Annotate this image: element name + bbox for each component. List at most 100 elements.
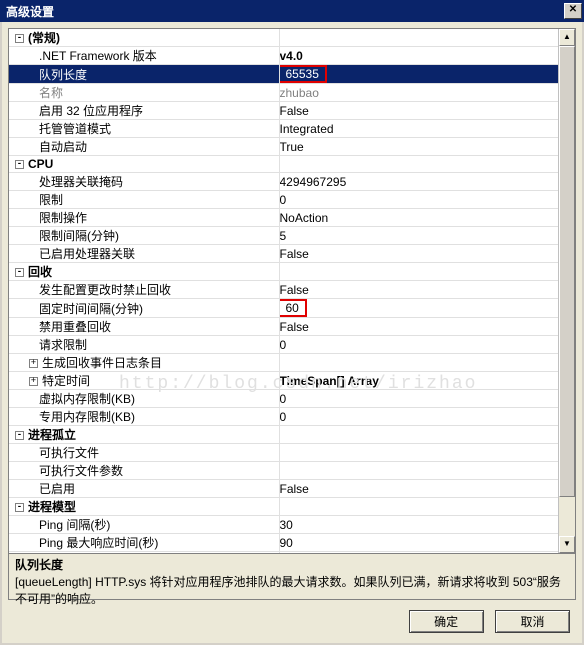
group-label: 回收 xyxy=(28,265,52,279)
group-label: 进程孤立 xyxy=(28,428,76,442)
property-label: 可执行文件参数 xyxy=(9,462,123,479)
window-title: 高级设置 xyxy=(6,3,54,20)
property-row[interactable]: 请求限制 0 xyxy=(9,336,558,354)
button-row: 确定 取消 xyxy=(401,610,570,633)
property-value[interactable]: 0 xyxy=(280,392,287,406)
property-row[interactable]: 标识ApplicationPoolIdentity xyxy=(9,552,558,554)
collapse-icon[interactable]: - xyxy=(15,268,24,277)
property-row[interactable]: 专用内存限制(KB) 0 xyxy=(9,408,558,426)
property-value[interactable]: v4.0 xyxy=(280,49,303,63)
property-label: 可执行文件 xyxy=(9,444,99,461)
property-value[interactable]: True xyxy=(280,140,304,154)
property-row[interactable]: 启用 32 位应用程序 False xyxy=(9,102,558,120)
property-value[interactable]: 60 xyxy=(279,299,307,317)
property-row[interactable]: 名称zhubao xyxy=(9,84,558,102)
property-value[interactable]: False xyxy=(280,320,309,334)
property-row[interactable]: 已启用 False xyxy=(9,480,558,498)
property-value[interactable]: False xyxy=(280,482,309,496)
property-value[interactable]: NoAction xyxy=(280,211,329,225)
property-label: .NET Framework 版本 xyxy=(9,47,157,64)
property-row[interactable]: 可执行文件参数 xyxy=(9,462,558,480)
group-header[interactable]: -进程模型 xyxy=(9,498,558,516)
property-value[interactable]: 90 xyxy=(280,536,293,550)
description-title: 队列长度 xyxy=(15,556,569,573)
property-value[interactable]: 65535 xyxy=(279,65,327,83)
property-label: 生成回收事件日志条目 xyxy=(42,356,162,370)
scroll-down-icon[interactable]: ▼ xyxy=(559,536,575,553)
property-value[interactable]: Integrated xyxy=(280,122,334,136)
property-row[interactable]: 处理器关联掩码 4294967295 xyxy=(9,173,558,191)
property-row[interactable]: 可执行文件 xyxy=(9,444,558,462)
vertical-scrollbar[interactable]: ▲ ▼ xyxy=(558,29,575,553)
expand-icon[interactable]: + xyxy=(29,359,38,368)
group-label: CPU xyxy=(28,157,53,171)
property-value[interactable]: 4294967295 xyxy=(280,175,347,189)
property-row[interactable]: 自动启动 True xyxy=(9,138,558,156)
group-header[interactable]: -回收 xyxy=(9,263,558,281)
property-row[interactable]: 已启用处理器关联 False xyxy=(9,245,558,263)
property-label: Ping 最大响应时间(秒) xyxy=(9,534,158,551)
property-value[interactable]: False xyxy=(280,283,309,297)
property-value[interactable]: zhubao xyxy=(280,86,319,100)
property-value[interactable]: 0 xyxy=(280,410,287,424)
property-label: 标识 xyxy=(9,552,63,553)
property-value[interactable]: False xyxy=(280,247,309,261)
collapse-icon[interactable]: - xyxy=(15,503,24,512)
property-label: 托管管道模式 xyxy=(9,120,111,137)
group-header[interactable]: -进程孤立 xyxy=(9,426,558,444)
property-label: 限制 xyxy=(9,191,63,208)
property-row[interactable]: 限制 0 xyxy=(9,191,558,209)
property-row[interactable]: 限制操作 NoAction xyxy=(9,209,558,227)
description-panel: 队列长度 [queueLength] HTTP.sys 将针对应用程序池排队的最… xyxy=(8,554,576,600)
property-label: 特定时间 xyxy=(42,374,90,388)
property-label: 专用内存限制(KB) xyxy=(9,408,135,425)
property-value[interactable]: 0 xyxy=(280,193,287,207)
property-label: 请求限制 xyxy=(9,336,87,353)
property-row[interactable]: 虚拟内存限制(KB) 0 xyxy=(9,390,558,408)
property-label: 固定时间间隔(分钟) xyxy=(9,300,143,317)
property-row[interactable]: Ping 最大响应时间(秒) 90 xyxy=(9,534,558,552)
property-row[interactable]: Ping 间隔(秒) 30 xyxy=(9,516,558,534)
property-row[interactable]: .NET Framework 版本 v4.0 xyxy=(9,47,558,65)
property-label: 限制操作 xyxy=(9,209,87,226)
property-row[interactable]: 托管管道模式 Integrated xyxy=(9,120,558,138)
property-label: 禁用重叠回收 xyxy=(9,318,111,335)
property-row[interactable]: 队列长度65535 xyxy=(9,65,558,84)
group-label: 进程模型 xyxy=(28,500,76,514)
dialog-body: -(常规).NET Framework 版本v4.0队列长度65535名称zhu… xyxy=(0,22,584,645)
property-value[interactable]: 5 xyxy=(280,229,287,243)
close-icon[interactable]: ✕ xyxy=(564,3,582,19)
property-value[interactable]: False xyxy=(280,104,309,118)
group-label: (常规) xyxy=(28,31,60,45)
collapse-icon[interactable]: - xyxy=(15,431,24,440)
property-row[interactable]: 限制间隔(分钟) 5 xyxy=(9,227,558,245)
expand-icon[interactable]: + xyxy=(29,377,38,386)
property-label: 限制间隔(分钟) xyxy=(9,227,119,244)
property-label: 已启用处理器关联 xyxy=(9,245,135,262)
property-label: 发生配置更改时禁止回收 xyxy=(9,281,171,298)
property-label: Ping 间隔(秒) xyxy=(9,516,110,533)
property-label: 处理器关联掩码 xyxy=(9,173,123,190)
property-value[interactable]: 0 xyxy=(280,338,287,352)
property-value[interactable]: TimeSpan[] Array xyxy=(280,374,379,388)
property-label: 虚拟内存限制(KB) xyxy=(9,390,135,407)
property-row[interactable]: + 特定时间 TimeSpan[] Array xyxy=(9,372,558,390)
group-header[interactable]: -(常规) xyxy=(9,29,558,47)
property-label: 自动启动 xyxy=(9,138,87,155)
property-row[interactable]: 固定时间间隔(分钟) 60 xyxy=(9,299,558,318)
scroll-track[interactable] xyxy=(559,46,575,536)
property-row[interactable]: + 生成回收事件日志条目 xyxy=(9,354,558,372)
group-header[interactable]: -CPU xyxy=(9,156,558,173)
property-value[interactable]: 30 xyxy=(280,518,293,532)
property-label: 启用 32 位应用程序 xyxy=(9,102,143,119)
collapse-icon[interactable]: - xyxy=(15,160,24,169)
collapse-icon[interactable]: - xyxy=(15,34,24,43)
scroll-up-icon[interactable]: ▲ xyxy=(559,29,575,46)
property-row[interactable]: 禁用重叠回收 False xyxy=(9,318,558,336)
property-label: 已启用 xyxy=(9,480,75,497)
cancel-button[interactable]: 取消 xyxy=(495,610,570,633)
scroll-thumb[interactable] xyxy=(559,46,575,497)
property-row[interactable]: 发生配置更改时禁止回收 False xyxy=(9,281,558,299)
property-grid: -(常规).NET Framework 版本v4.0队列长度65535名称zhu… xyxy=(8,28,576,554)
ok-button[interactable]: 确定 xyxy=(409,610,484,633)
